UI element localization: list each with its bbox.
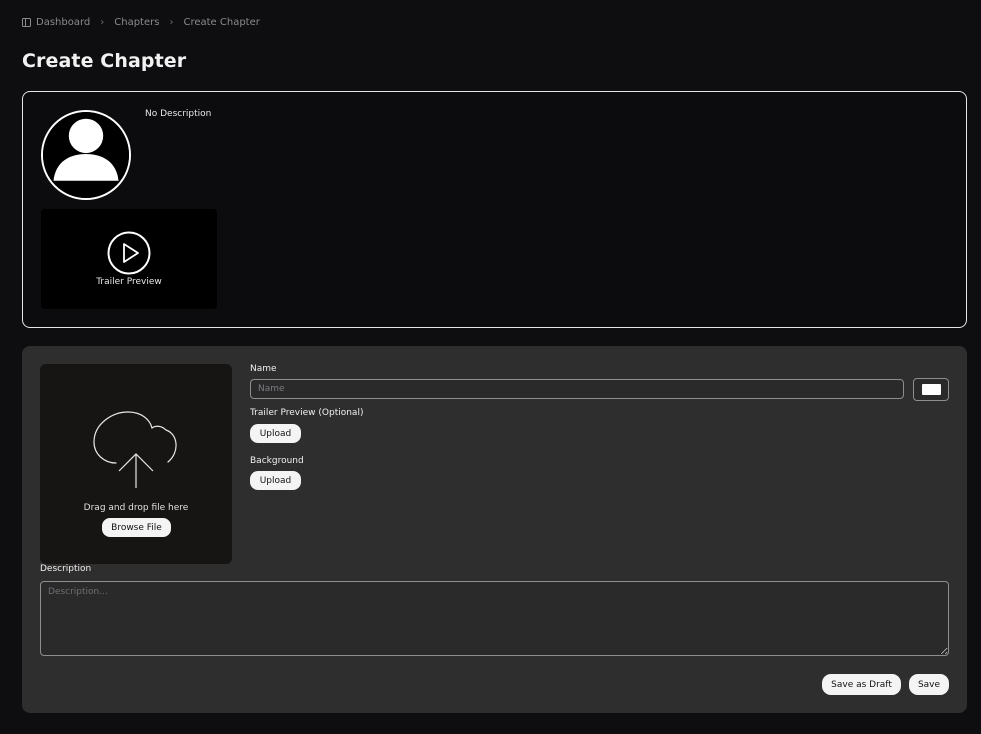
description-label: Description <box>40 564 92 574</box>
breadcrumb-dashboard-label: Dashboard <box>36 17 91 28</box>
avatar <box>41 110 131 200</box>
breadcrumb-current: Create Chapter <box>183 17 259 28</box>
dashboard-icon <box>22 18 31 27</box>
breadcrumb-separator: › <box>100 17 105 28</box>
name-label: Name <box>250 364 277 374</box>
browse-file-button[interactable]: Browse File <box>102 518 171 537</box>
create-chapter-page: Dashboard › Chapters › Create Chapter Cr… <box>0 0 981 734</box>
trailer-preview-label: Trailer Preview (Optional) <box>250 408 364 418</box>
breadcrumb-chapters-label: Chapters <box>114 17 160 28</box>
save-button[interactable]: Save <box>909 674 949 695</box>
breadcrumb-separator: › <box>169 17 174 28</box>
breadcrumb-dashboard[interactable]: Dashboard <box>22 17 90 28</box>
name-input[interactable] <box>250 379 904 399</box>
save-as-draft-button[interactable]: Save as Draft <box>822 674 901 695</box>
cloud-upload-icon <box>93 411 177 488</box>
page-title: Create Chapter <box>22 50 187 72</box>
file-drop-zone[interactable]: Drag and drop file here Browse File <box>40 364 232 564</box>
play-icon[interactable] <box>107 231 151 275</box>
upload-trailer-button[interactable]: Upload <box>250 424 301 443</box>
breadcrumb-current-label: Create Chapter <box>183 17 260 28</box>
breadcrumb: Dashboard › Chapters › Create Chapter <box>22 17 260 28</box>
description-textarea[interactable] <box>40 581 949 656</box>
upload-background-button[interactable]: Upload <box>250 471 301 490</box>
chapter-description-preview: No Description <box>145 109 212 119</box>
chapter-form: Drag and drop file here Browse File Name… <box>22 346 967 713</box>
breadcrumb-chapters[interactable]: Chapters <box>114 17 159 28</box>
background-label: Background <box>250 456 304 466</box>
drop-zone-text: Drag and drop file here <box>83 503 189 513</box>
chapter-preview-card: No Description Trailer Preview <box>22 91 967 328</box>
color-swatch-fill <box>922 384 941 395</box>
trailer-preview[interactable]: Trailer Preview <box>41 209 217 309</box>
color-picker[interactable] <box>913 378 949 401</box>
user-silhouette-icon <box>43 112 129 198</box>
trailer-preview-label: Trailer Preview <box>96 277 162 287</box>
